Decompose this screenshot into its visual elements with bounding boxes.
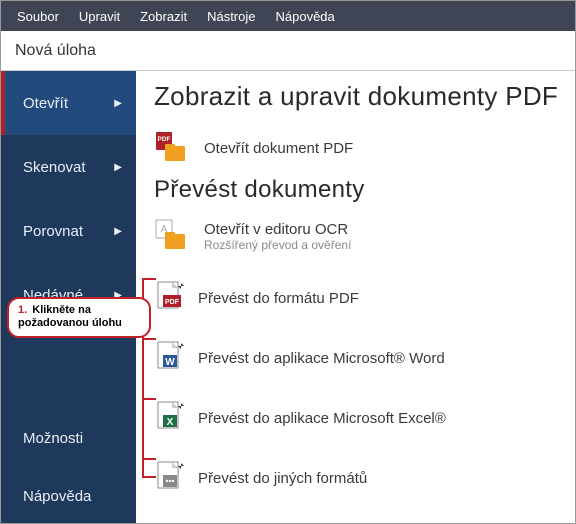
pdf-file-icon: PDF [154, 281, 188, 315]
convert-label: Převést do aplikace Microsoft Excel® [198, 410, 446, 427]
nav-options[interactable]: Možnosti [1, 409, 136, 467]
menu-tools[interactable]: Nástroje [197, 9, 265, 24]
nav-scan[interactable]: Skenovat ▶ [1, 135, 136, 199]
nav-label: Porovnat [23, 223, 83, 240]
menubar: Soubor Upravit Zobrazit Nástroje Nápověd… [1, 1, 575, 31]
word-file-icon: W [154, 341, 188, 375]
section1-heading: Zobrazit a upravit dokumenty PDF [154, 81, 561, 112]
convert-label: Převést do aplikace Microsoft® Word [198, 350, 445, 367]
open-pdf-row[interactable]: PDF Otevřít dokument PDF [154, 126, 561, 170]
svg-text:W: W [165, 357, 175, 368]
convert-label: Převést do jiných formátů [198, 470, 367, 487]
app-window: Soubor Upravit Zobrazit Nástroje Nápověd… [0, 0, 576, 524]
open-ocr-row[interactable]: A Otevřít v editoru OCR Rozšířený převod… [154, 214, 561, 258]
pdf-folder-icon: PDF [154, 131, 188, 165]
callout-number: 1. [18, 304, 27, 316]
menu-file[interactable]: Soubor [7, 9, 69, 24]
chevron-right-icon: ▶ [114, 162, 122, 173]
svg-text:X: X [167, 417, 174, 428]
menu-help[interactable]: Nápověda [266, 9, 345, 24]
nav-compare[interactable]: Porovnat ▶ [1, 199, 136, 263]
convert-excel-row[interactable]: X Převést do aplikace Microsoft Excel® [154, 388, 561, 448]
titlebar: Nová úloha [1, 31, 575, 71]
open-ocr-sublabel: Rozšířený převod a ověření [204, 238, 351, 252]
nav-help[interactable]: Nápověda [1, 467, 136, 524]
page-title: Nová úloha [15, 42, 96, 60]
other-file-icon [154, 461, 188, 495]
nav-label: Možnosti [23, 430, 83, 447]
callout-line1: Klikněte na [32, 304, 91, 316]
excel-file-icon: X [154, 401, 188, 435]
ocr-folder-icon: A [154, 219, 188, 253]
svg-text:PDF: PDF [165, 299, 180, 306]
convert-word-row[interactable]: W Převést do aplikace Microsoft® Word [154, 328, 561, 388]
svg-text:PDF: PDF [158, 136, 171, 143]
nav-label: Nápověda [23, 488, 91, 505]
convert-group: PDF Převést do formátu PDF W [154, 268, 561, 508]
main-panel: Zobrazit a upravit dokumenty PDF PDF Ote… [136, 71, 575, 524]
nav-label: Otevřít [23, 95, 68, 112]
convert-pdf-row[interactable]: PDF Převést do formátu PDF [154, 268, 561, 328]
menu-edit[interactable]: Upravit [69, 9, 130, 24]
convert-label: Převést do formátu PDF [198, 290, 359, 307]
nav-label: Skenovat [23, 159, 86, 176]
callout-annotation: 1. Klikněte na požadovanou úlohu [7, 297, 151, 338]
chevron-right-icon: ▶ [114, 226, 122, 237]
menu-view[interactable]: Zobrazit [130, 9, 197, 24]
section2-heading: Převést dokumenty [154, 176, 561, 204]
open-ocr-label: Otevřít v editoru OCR [204, 221, 351, 238]
nav-open[interactable]: Otevřít ▶ [1, 71, 136, 135]
chevron-right-icon: ▶ [114, 98, 122, 109]
callout-line2: požadovanou úlohu [18, 317, 122, 329]
convert-other-row[interactable]: Převést do jiných formátů [154, 448, 561, 508]
open-pdf-label: Otevřít dokument PDF [204, 140, 353, 157]
